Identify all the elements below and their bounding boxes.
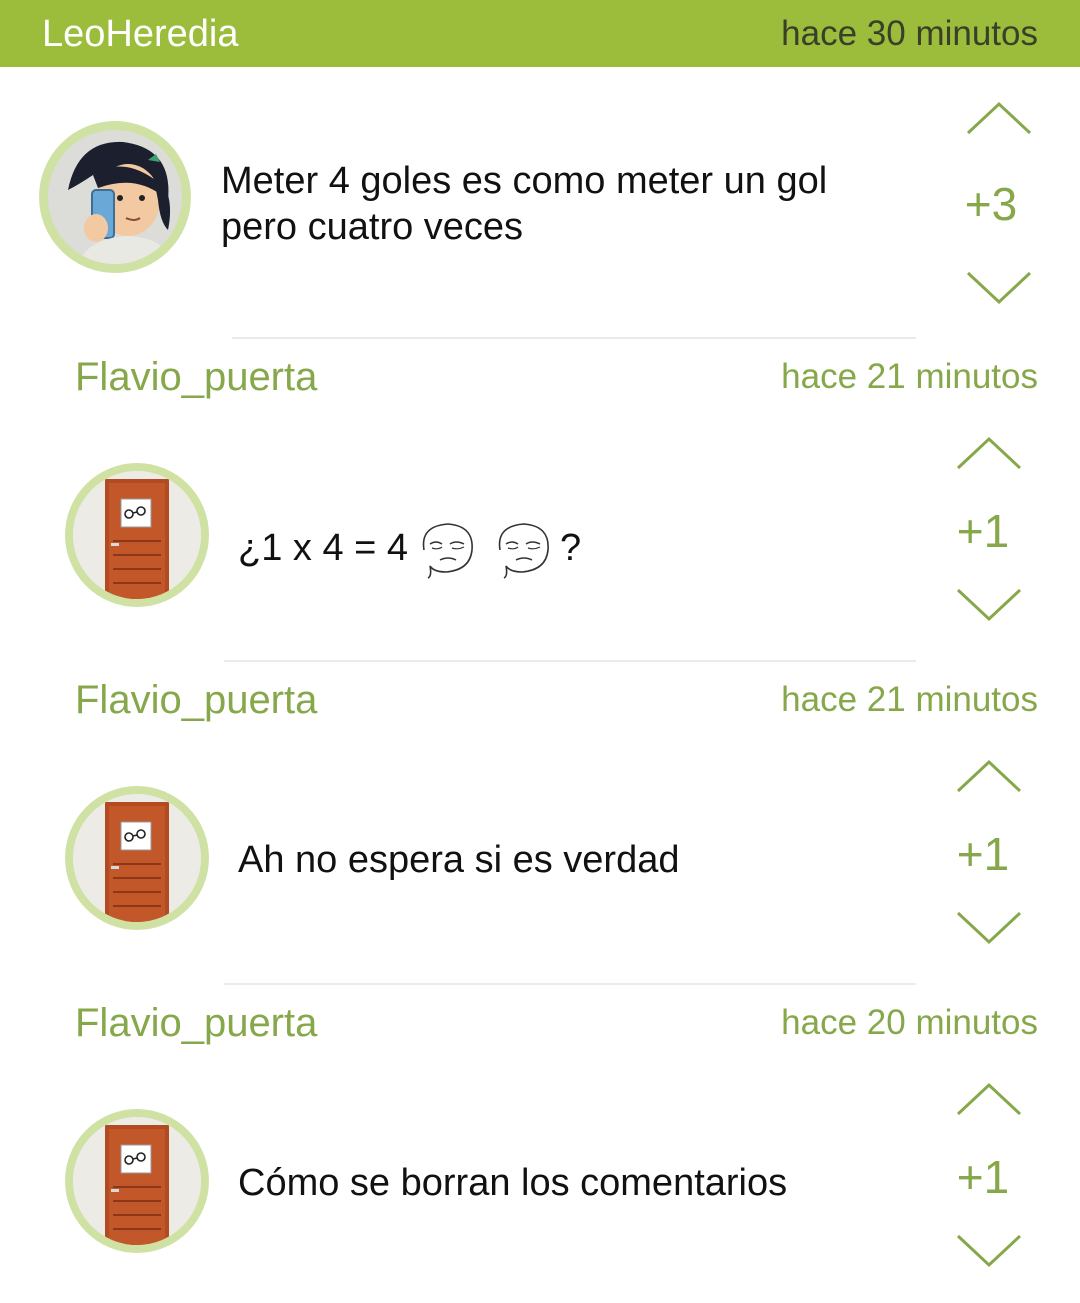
upvote-button[interactable] — [956, 1081, 1022, 1117]
comment-text: Cómo se borran los comentarios — [238, 1162, 788, 1204]
vote-score: +1 — [956, 1151, 1010, 1203]
comment-username[interactable]: Flavio_puerta — [75, 670, 317, 730]
comment-header: Flavio_puerta hace 20 minutos — [0, 993, 1080, 1053]
comment-text-before: ¿1 x 4 = 4 — [238, 527, 409, 570]
comment-header: Flavio_puerta hace 21 minutos — [0, 670, 1080, 730]
avatar-cartoon-icon — [48, 130, 182, 264]
comment-text-after: ? — [560, 527, 582, 570]
comment-text: Meter 4 goles es como meter un gol pero … — [221, 160, 828, 248]
comment-timestamp: hace 20 minutos — [781, 1003, 1038, 1042]
downvote-button[interactable] — [956, 587, 1022, 623]
chevron-up-icon — [956, 759, 1022, 793]
divider — [224, 660, 916, 662]
comment-text: ¿1 x 4 = 4? — [238, 520, 898, 580]
top-timestamp: hace 30 minutos — [781, 14, 1038, 53]
downvote-button[interactable] — [956, 1233, 1022, 1269]
door-icon — [73, 471, 201, 599]
comment-timestamp: hace 21 minutos — [781, 357, 1038, 396]
chevron-up-icon — [956, 1082, 1022, 1116]
downvote-button[interactable] — [966, 270, 1032, 306]
comment-username[interactable]: Flavio_puerta — [75, 347, 317, 407]
avatar[interactable] — [39, 121, 191, 273]
comment-username[interactable]: Flavio_puerta — [75, 993, 317, 1053]
comment-timestamp: hace 21 minutos — [781, 680, 1038, 719]
chevron-down-icon — [956, 911, 1022, 945]
chevron-down-icon — [956, 588, 1022, 622]
chevron-up-icon — [966, 101, 1032, 135]
divider — [232, 337, 916, 339]
vote-score: +1 — [956, 505, 1010, 557]
upvote-button[interactable] — [956, 758, 1022, 794]
meme-face-icon — [498, 523, 549, 579]
vote-score: +3 — [964, 178, 1018, 230]
comment-header: Flavio_puerta hace 21 minutos — [0, 347, 1080, 407]
chevron-up-icon — [956, 436, 1022, 470]
top-bar: LeoHeredia hace 30 minutos — [0, 0, 1080, 67]
meme-face-icon — [422, 523, 473, 579]
chevron-down-icon — [956, 1234, 1022, 1268]
door-icon — [73, 794, 201, 922]
avatar[interactable] — [65, 786, 209, 930]
chevron-down-icon — [966, 271, 1032, 305]
upvote-button[interactable] — [966, 100, 1032, 136]
upvote-button[interactable] — [956, 435, 1022, 471]
top-username[interactable]: LeoHeredia — [42, 12, 238, 56]
door-icon — [73, 1117, 201, 1245]
avatar[interactable] — [65, 463, 209, 607]
vote-score: +1 — [956, 828, 1010, 880]
avatar[interactable] — [65, 1109, 209, 1253]
comment-text: Ah no espera si es verdad — [238, 839, 680, 881]
downvote-button[interactable] — [956, 910, 1022, 946]
divider — [224, 983, 916, 985]
